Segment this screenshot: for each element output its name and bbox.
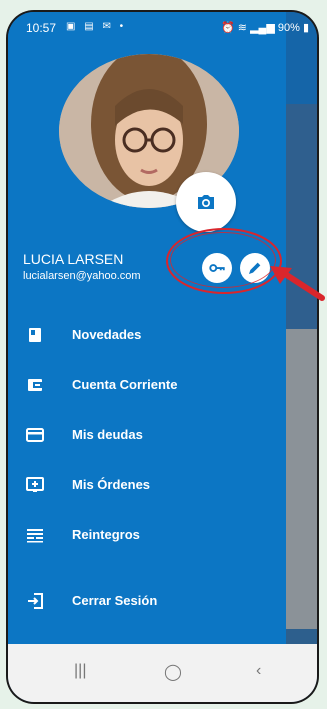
- back-icon[interactable]: ‹: [256, 662, 261, 680]
- system-navigation-bar: ||| ◯ ‹: [8, 644, 317, 702]
- camera-icon: [198, 195, 214, 209]
- annotation-circle-inner: [170, 232, 276, 288]
- menu-item-label: Novedades: [72, 327, 142, 342]
- phone-frame: 10:57 ▣ ▤ ✉ • ⏰ ≋ ▂▄▆ 90% ▮ LUCIA LARSEN…: [6, 10, 319, 704]
- battery-level: 90%: [277, 22, 300, 34]
- menu-item-label: Cerrar Sesión: [72, 593, 158, 608]
- menu-item-cuenta-corriente[interactable]: Cuenta Corriente: [8, 365, 286, 405]
- news-icon: [29, 328, 41, 342]
- home-icon[interactable]: ◯: [164, 662, 182, 682]
- logout-icon: [28, 593, 43, 609]
- menu-item-reintegros[interactable]: Reintegros: [8, 515, 286, 555]
- change-photo-button[interactable]: [176, 172, 236, 232]
- menu-item-label: Reintegros: [72, 527, 140, 542]
- notification-icons: ▣ ▤ ✉ •: [66, 21, 127, 32]
- user-email: lucialarsen@yahoo.com: [23, 270, 141, 282]
- receipt-icon: [27, 529, 43, 543]
- wifi-icon: ≋: [237, 22, 247, 34]
- add-box-icon: [26, 477, 44, 492]
- menu-item-label: Mis Órdenes: [72, 477, 151, 492]
- menu-item-novedades[interactable]: Novedades: [8, 315, 286, 355]
- credit-card-icon: [26, 428, 44, 442]
- menu-item-mis-deudas[interactable]: Mis deudas: [8, 415, 286, 455]
- recent-apps-icon[interactable]: |||: [74, 662, 86, 680]
- screen: 10:57 ▣ ▤ ✉ • ⏰ ≋ ▂▄▆ 90% ▮ LUCIA LARSEN…: [8, 12, 317, 702]
- status-bar: 10:57 ▣ ▤ ✉ • ⏰ ≋ ▂▄▆ 90% ▮: [8, 12, 317, 40]
- status-icons: ⏰ ≋ ▂▄▆ 90% ▮: [221, 21, 309, 34]
- menu-item-label: Mis deudas: [72, 427, 143, 442]
- annotation-arrow-icon: [270, 266, 325, 301]
- menu-item-label: Cuenta Corriente: [72, 377, 178, 392]
- menu-item-cerrar-sesion[interactable]: Cerrar Sesión: [8, 581, 286, 621]
- user-name: LUCIA LARSEN: [23, 251, 124, 267]
- battery-icon: ▮: [302, 22, 309, 34]
- status-time: 10:57: [26, 21, 57, 35]
- navigation-drawer: LUCIA LARSEN lucialarsen@yahoo.com Noved…: [8, 12, 286, 659]
- alarm-icon: ⏰: [221, 22, 235, 34]
- wallet-icon: [28, 379, 42, 391]
- signal-icon: ▂▄▆: [250, 22, 275, 34]
- menu-item-mis-ordenes[interactable]: Mis Órdenes: [8, 465, 286, 505]
